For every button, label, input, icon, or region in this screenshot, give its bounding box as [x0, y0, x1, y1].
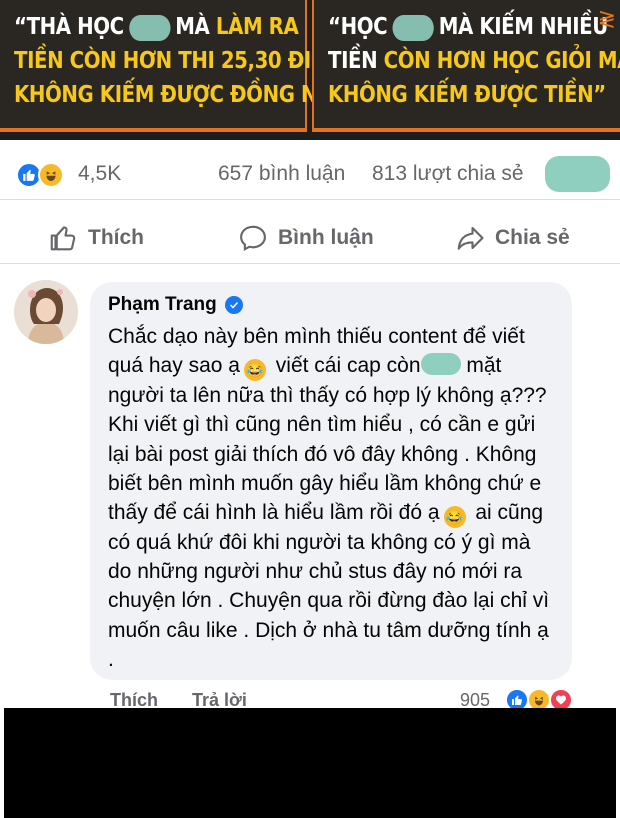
banner-text: MÀ: [175, 14, 210, 40]
banner-text: TIỀN: [328, 48, 378, 74]
comment-bubble: Phạm Trang Chắc dạo này bên mình thiếu c…: [90, 282, 572, 680]
haha-icon: [38, 162, 64, 188]
banner-panel-left: “THÀ HỌC MÀ LÀM RA TIỀN CÒN HƠN THI 25,30…: [0, 0, 361, 132]
comment-text-part: viết cái cap còn: [269, 354, 421, 378]
banner-text: “THÀ HỌC: [14, 14, 124, 40]
blurred-region: [545, 156, 610, 192]
laughing-emoji-icon: 😂: [243, 359, 266, 382]
comment-count[interactable]: 657 bình luận: [218, 162, 345, 186]
comment-bubble-icon: [240, 225, 266, 252]
post-actions-bar: Thích Bình luận Chia sẻ: [0, 212, 620, 264]
like-button[interactable]: Thích: [48, 220, 144, 256]
banner-text: LÀM RA: [215, 14, 299, 40]
laughing-emoji-icon: 😂: [443, 506, 466, 529]
comment-text-part: ai cũng có quá khứ đôi khi người ta khôn…: [108, 501, 550, 671]
share-button[interactable]: Chia sẻ: [455, 220, 570, 256]
comment-button-label: Bình luận: [278, 226, 374, 249]
blurred-region: [392, 14, 434, 41]
banner-text: MÀ KIẾM NHIỀU: [438, 14, 609, 40]
blurred-region: [128, 14, 171, 41]
comment-text-part: mặt người ta lên nữa thì thấy có hợp lý …: [108, 354, 547, 525]
banner-right-line-3: KHÔNG KIẾM ĐƯỢC TIỀN”: [328, 82, 606, 108]
banner-text: CÒN HƠN HỌC GIỎI MÀ: [383, 48, 620, 74]
banner-left-line-2: TIỀN CÒN HƠN THI 25,30 ĐIỂM: [14, 44, 344, 78]
comment-author: Phạm Trang: [108, 292, 554, 318]
banner-text: TIỀN CÒN HƠN: [14, 48, 172, 74]
avatar[interactable]: [14, 280, 78, 344]
blurred-region: [420, 353, 461, 376]
comment-button[interactable]: Bình luận: [238, 220, 374, 256]
reaction-icons[interactable]: [16, 162, 70, 188]
banner-panel-right: “HỌC MÀ KIẾM NHIỀU TIỀN CÒN HƠN HỌC GIỎI …: [312, 0, 620, 132]
banner-right-line-1: “HỌC MÀ KIẾM NHIỀU: [328, 10, 608, 44]
reaction-stats-bar: 4,5K 657 bình luận 813 lượt chia sẻ: [0, 150, 620, 200]
author-name[interactable]: Phạm Trang: [108, 294, 217, 316]
banner-left-line-1: “THÀ HỌC MÀ LÀM RA: [14, 10, 299, 44]
thumbs-up-icon: [50, 226, 76, 251]
share-arrow-icon: [457, 226, 484, 250]
comment-text: Chắc dạo này bên mình thiếu content để v…: [108, 322, 554, 674]
squiggle-decoration-icon: ≷: [597, 6, 616, 31]
banner-image: “THÀ HỌC MÀ LÀM RA TIỀN CÒN HƠN THI 25,30…: [0, 0, 620, 140]
banner-right-line-2: TIỀN CÒN HƠN HỌC GIỎI MÀ: [328, 44, 620, 78]
reaction-count[interactable]: 4,5K: [78, 162, 121, 186]
share-button-label: Chia sẻ: [495, 226, 570, 249]
black-overlay-bar: [4, 708, 616, 818]
banner-text: “HỌC: [328, 14, 388, 40]
like-button-label: Thích: [88, 226, 144, 249]
share-count[interactable]: 813 lượt chia sẻ: [372, 162, 524, 186]
banner-left-line-3: KHÔNG KIẾM ĐƯỢC ĐỒNG NÀO”: [14, 82, 361, 108]
verified-badge-icon: [224, 296, 243, 314]
